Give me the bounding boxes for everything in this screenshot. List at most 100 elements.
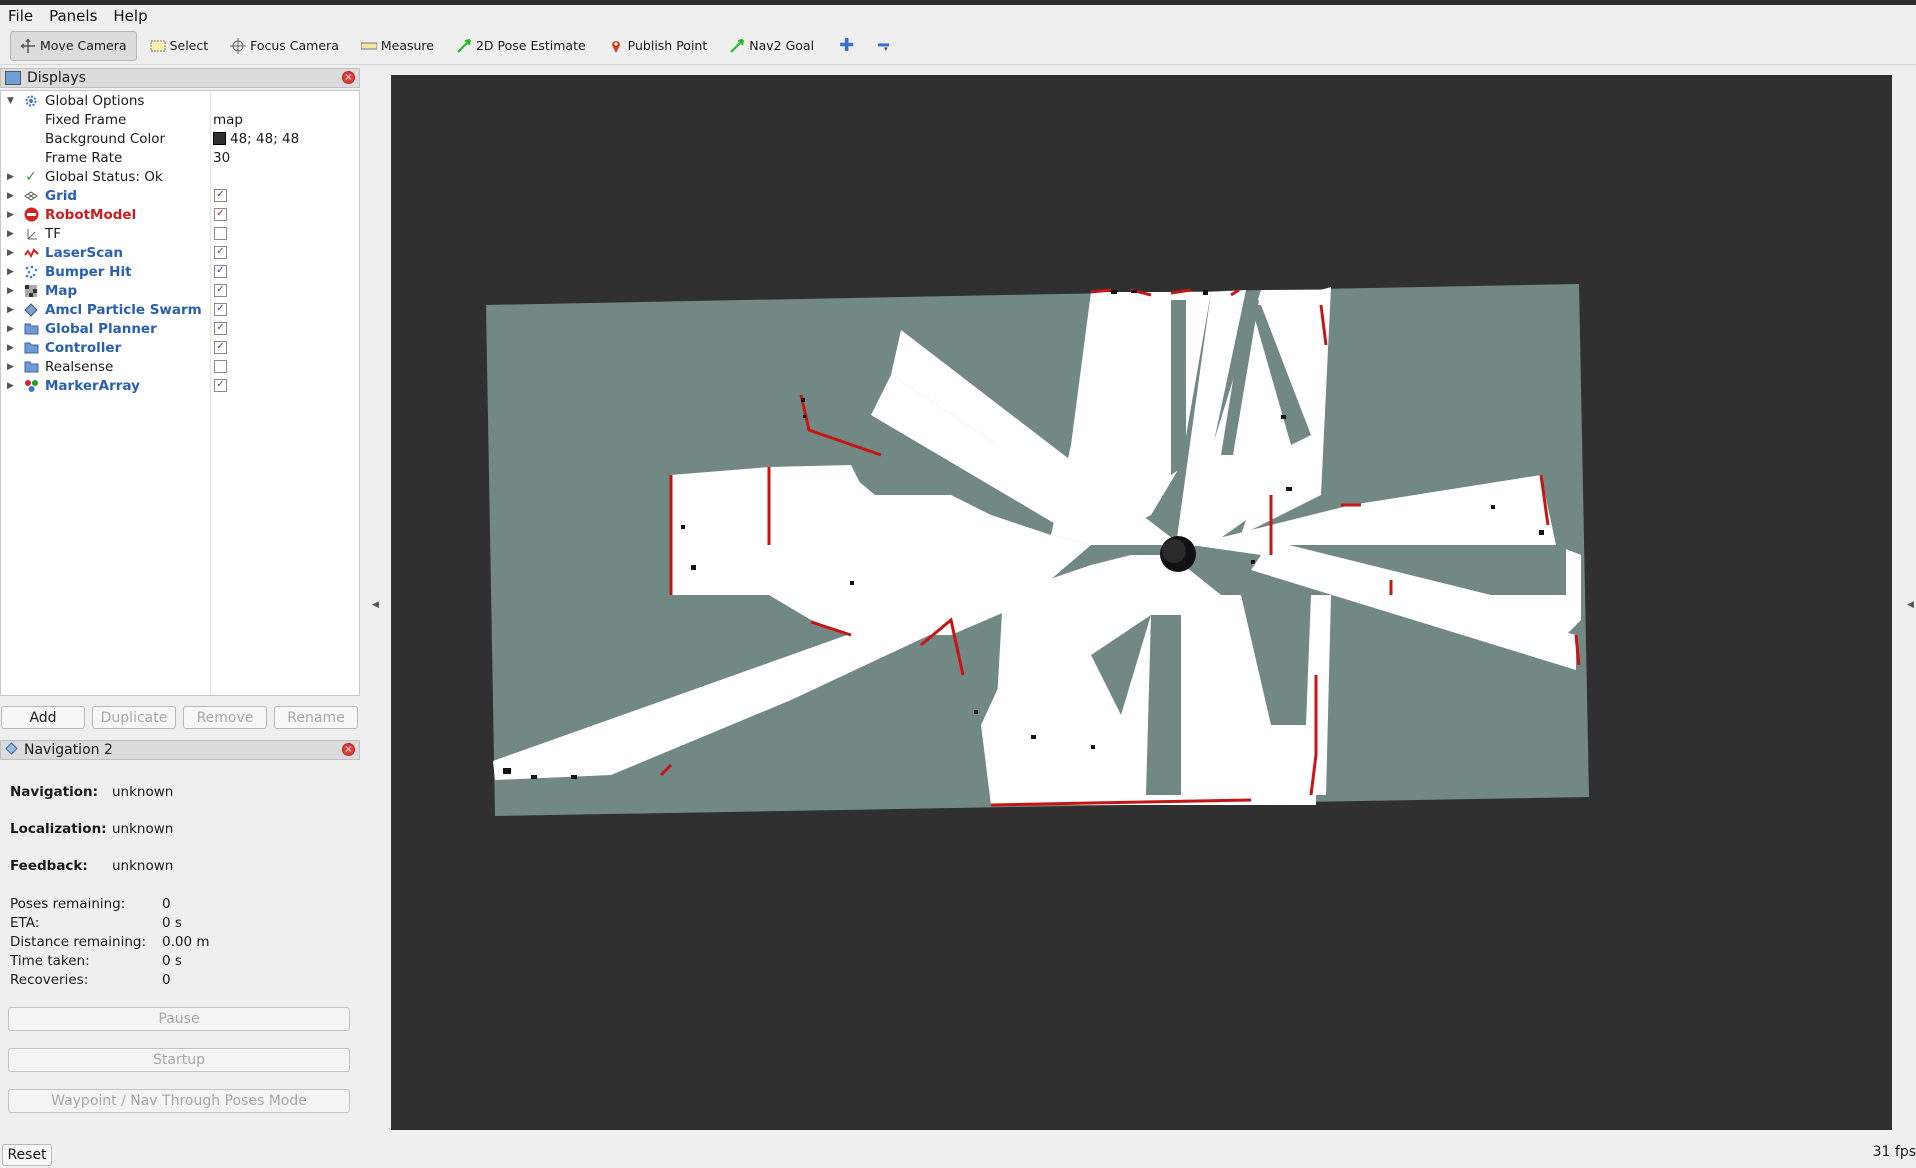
displays-title: Displays bbox=[27, 70, 86, 86]
tree-row-realsense[interactable]: ▶ Realsense bbox=[1, 357, 359, 376]
map-checkbox[interactable]: ✓ bbox=[214, 284, 227, 297]
poses-remaining-value: 0 bbox=[162, 896, 171, 912]
expand-right-icon[interactable]: ▶ bbox=[7, 324, 14, 334]
startup-button[interactable]: Startup bbox=[8, 1048, 350, 1072]
robot-model-top bbox=[1162, 539, 1186, 563]
tree-row-global-status[interactable]: ▶ ✓ Global Status: Ok bbox=[1, 167, 359, 186]
marker-array-label: MarkerArray bbox=[45, 377, 140, 394]
markers-icon bbox=[23, 378, 39, 394]
folder-icon bbox=[23, 321, 39, 337]
recoveries-value: 0 bbox=[162, 972, 171, 988]
eta-value: 0 s bbox=[162, 915, 182, 931]
background-color-value[interactable]: 48; 48; 48 bbox=[213, 131, 299, 147]
global-planner-checkbox[interactable]: ✓ bbox=[214, 322, 227, 335]
tree-row-marker-array[interactable]: ▶ MarkerArray ✓ bbox=[1, 376, 359, 395]
feedback-value: unknown bbox=[112, 858, 174, 874]
focus-camera-tool[interactable]: Focus Camera bbox=[221, 31, 348, 61]
focus-camera-icon bbox=[230, 37, 247, 54]
publish-point-label: Publish Point bbox=[627, 38, 708, 53]
expand-right-icon[interactable]: ▶ bbox=[7, 248, 14, 258]
select-tool[interactable]: Select bbox=[141, 31, 218, 61]
map-icon bbox=[23, 283, 39, 299]
expand-right-icon[interactable]: ▶ bbox=[7, 286, 14, 296]
ruler-icon bbox=[360, 38, 378, 54]
expand-right-icon[interactable]: ▶ bbox=[7, 305, 14, 315]
error-icon bbox=[23, 207, 39, 223]
menu-file[interactable]: File bbox=[0, 7, 41, 25]
tree-row-grid[interactable]: ▶ Grid ✓ bbox=[1, 186, 359, 205]
expand-right-icon[interactable]: ▶ bbox=[7, 210, 14, 220]
pose-estimate-tool[interactable]: 2D Pose Estimate bbox=[447, 31, 595, 61]
eta-label: ETA: bbox=[10, 915, 40, 931]
color-swatch bbox=[213, 132, 226, 145]
collapse-left-icon[interactable]: ◀ bbox=[372, 600, 379, 610]
expand-right-icon[interactable]: ▶ bbox=[7, 172, 14, 182]
expand-right-icon[interactable]: ▶ bbox=[7, 343, 14, 353]
laser-scan-label: LaserScan bbox=[45, 244, 124, 261]
expand-right-icon[interactable]: ▶ bbox=[7, 267, 14, 277]
select-label: Select bbox=[169, 38, 209, 53]
waypoint-mode-button[interactable]: Waypoint / Nav Through Poses Mode bbox=[8, 1089, 350, 1113]
menu-help[interactable]: Help bbox=[105, 7, 155, 25]
tree-row-controller[interactable]: ▶ Controller ✓ bbox=[1, 338, 359, 357]
tree-row-tf[interactable]: ▶ TF bbox=[1, 224, 359, 243]
green-arrow-icon bbox=[729, 38, 745, 54]
tree-row-background-color[interactable]: Background Color 48; 48; 48 bbox=[1, 129, 359, 148]
tree-row-laser-scan[interactable]: ▶ LaserScan ✓ bbox=[1, 243, 359, 262]
grid-checkbox[interactable]: ✓ bbox=[214, 189, 227, 202]
navigation-label: Navigation: bbox=[10, 784, 98, 800]
expand-right-icon[interactable]: ▶ bbox=[7, 191, 14, 201]
pause-button[interactable]: Pause bbox=[8, 1007, 350, 1031]
duplicate-button[interactable]: Duplicate bbox=[92, 706, 176, 729]
displays-panel-header: Displays × bbox=[0, 68, 360, 88]
move-camera-tool[interactable]: Move Camera bbox=[10, 30, 137, 61]
frame-rate-value[interactable]: 30 bbox=[213, 150, 230, 166]
rename-button[interactable]: Rename bbox=[274, 706, 358, 729]
time-taken-value: 0 s bbox=[162, 953, 182, 969]
time-taken-label: Time taken: bbox=[10, 953, 90, 969]
displays-tree: ▼ Global Options Fixed Frame map Backgro… bbox=[0, 90, 360, 696]
laser-scan-checkbox[interactable]: ✓ bbox=[214, 246, 227, 259]
diamond-icon bbox=[5, 741, 18, 759]
bumper-hit-checkbox[interactable]: ✓ bbox=[214, 265, 227, 278]
measure-tool[interactable]: Measure bbox=[352, 31, 443, 61]
fixed-frame-value[interactable]: map bbox=[213, 112, 243, 128]
realsense-label: Realsense bbox=[45, 358, 114, 375]
controller-label: Controller bbox=[45, 339, 122, 356]
add-button[interactable]: Add bbox=[1, 706, 85, 729]
tf-checkbox[interactable] bbox=[214, 227, 227, 240]
tree-row-frame-rate[interactable]: Frame Rate 30 bbox=[1, 148, 359, 167]
remove-button[interactable]: Remove bbox=[183, 706, 267, 729]
tree-row-amcl-particle-swarm[interactable]: ▶ Amcl Particle Swarm ✓ bbox=[1, 300, 359, 319]
tree-row-map[interactable]: ▶ Map ✓ bbox=[1, 281, 359, 300]
menu-panels[interactable]: Panels bbox=[41, 7, 105, 25]
collapse-right-icon[interactable]: ◀ bbox=[1907, 600, 1914, 610]
render-viewport[interactable] bbox=[391, 75, 1892, 1130]
tree-row-global-planner[interactable]: ▶ Global Planner ✓ bbox=[1, 319, 359, 338]
monitor-icon bbox=[5, 71, 21, 85]
reset-button[interactable]: Reset bbox=[2, 1144, 52, 1166]
tree-row-global-options[interactable]: ▼ Global Options bbox=[1, 91, 359, 110]
marker-array-checkbox[interactable]: ✓ bbox=[214, 379, 227, 392]
controller-checkbox[interactable]: ✓ bbox=[214, 341, 227, 354]
publish-point-tool[interactable]: Publish Point bbox=[599, 31, 717, 61]
remove-tool-icon[interactable]: ━ ▾ bbox=[866, 35, 901, 56]
add-tool-icon[interactable]: ✚ bbox=[827, 35, 866, 56]
expand-down-icon[interactable]: ▼ bbox=[7, 96, 14, 106]
tree-row-fixed-frame[interactable]: Fixed Frame map bbox=[1, 110, 359, 129]
close-icon[interactable]: × bbox=[342, 743, 355, 756]
robot-model-label: RobotModel bbox=[45, 206, 137, 223]
feedback-label: Feedback: bbox=[10, 858, 88, 874]
robot-model-checkbox[interactable]: ✓ bbox=[214, 208, 227, 221]
tree-row-bumper-hit[interactable]: ▶ Bumper Hit ✓ bbox=[1, 262, 359, 281]
amcl-particle-swarm-checkbox[interactable]: ✓ bbox=[214, 303, 227, 316]
tree-row-robot-model[interactable]: ▶ RobotModel ✓ bbox=[1, 205, 359, 224]
expand-right-icon[interactable]: ▶ bbox=[7, 229, 14, 239]
axes-icon bbox=[23, 226, 39, 242]
close-icon[interactable]: × bbox=[342, 71, 355, 84]
expand-right-icon[interactable]: ▶ bbox=[7, 381, 14, 391]
nav2-goal-tool[interactable]: Nav2 Goal bbox=[720, 31, 823, 61]
realsense-checkbox[interactable] bbox=[214, 360, 227, 373]
map-pin-icon bbox=[608, 38, 624, 54]
expand-right-icon[interactable]: ▶ bbox=[7, 362, 14, 372]
